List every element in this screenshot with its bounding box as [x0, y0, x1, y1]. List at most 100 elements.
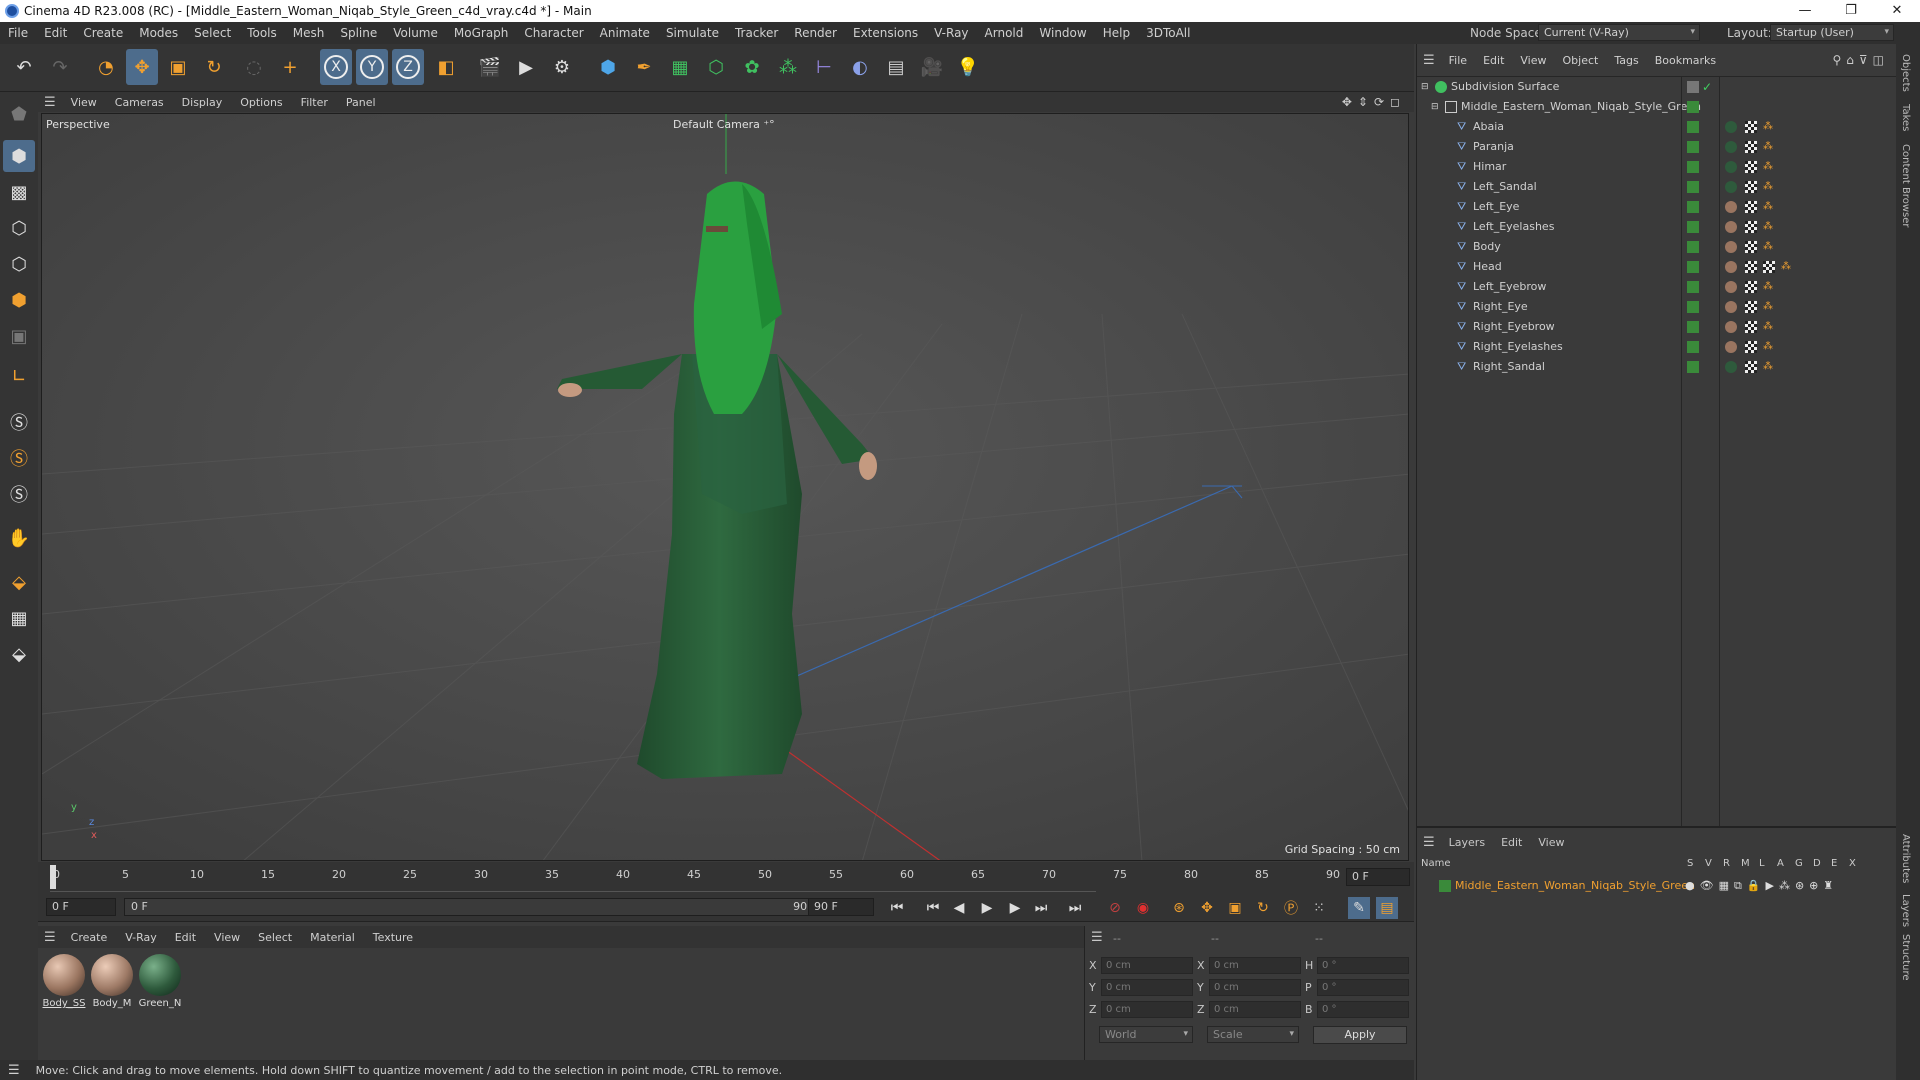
- play-icon[interactable]: ▶: [976, 897, 998, 919]
- object-row[interactable]: ⛛ Right_Eyebrow ⁂: [1417, 317, 1897, 337]
- coord-pos-y-field[interactable]: 0 cm: [1101, 979, 1193, 996]
- coord-size-x-field[interactable]: 0 cm: [1209, 957, 1301, 974]
- live-selection-icon[interactable]: ◔: [90, 49, 122, 85]
- layer-menu-view[interactable]: View: [1530, 836, 1572, 849]
- make-editable-icon[interactable]: ⬟: [3, 98, 35, 130]
- timeline-icon[interactable]: ▤: [1376, 897, 1398, 919]
- end-frame-field[interactable]: 90 F: [808, 898, 874, 916]
- uvw-tag-icon[interactable]: [1745, 281, 1757, 293]
- material-tag-icon[interactable]: [1725, 141, 1737, 153]
- tab-layers[interactable]: Layers: [1900, 894, 1911, 927]
- vray-tag-icon[interactable]: ⁂: [1763, 121, 1775, 133]
- 3d-viewport[interactable]: Perspective Default Camera ⁺° Grid Spaci…: [41, 113, 1409, 861]
- material-menu-edit[interactable]: Edit: [166, 931, 205, 944]
- object-menu-tags[interactable]: Tags: [1606, 54, 1646, 67]
- menu-arnold[interactable]: Arnold: [977, 26, 1032, 40]
- vray-tag-icon[interactable]: ⁂: [1763, 341, 1775, 353]
- material-tag-icon[interactable]: [1725, 301, 1737, 313]
- previous-frame-icon[interactable]: ◀: [948, 897, 970, 919]
- layer-menu-layers[interactable]: Layers: [1441, 836, 1493, 849]
- object-search-icons[interactable]: ⚲⌂⊽◫: [1832, 53, 1889, 67]
- render-region-icon[interactable]: 🎬: [474, 49, 506, 85]
- uvw-tag-icon[interactable]: [1745, 141, 1757, 153]
- autokey-icon[interactable]: ◉: [1132, 897, 1154, 919]
- uvw-tag-icon[interactable]: [1745, 161, 1757, 173]
- tab-objects[interactable]: Objects: [1900, 54, 1911, 92]
- rotation-key-icon[interactable]: ↻: [1252, 897, 1274, 919]
- object-row[interactable]: ⛛ Left_Sandal ⁂: [1417, 177, 1897, 197]
- material-menu-create[interactable]: Create: [62, 931, 117, 944]
- close-button[interactable]: ✕: [1874, 0, 1920, 22]
- maximize-button[interactable]: ❐: [1828, 0, 1874, 22]
- planar-workplane-icon[interactable]: ⬙: [3, 638, 35, 670]
- floor-icon[interactable]: ▤: [880, 49, 912, 85]
- render-settings-icon[interactable]: ⚙: [546, 49, 578, 85]
- uvw-tag-icon[interactable]: [1763, 261, 1775, 273]
- viewport-menu-filter[interactable]: Filter: [292, 96, 337, 109]
- y-axis-lock-button[interactable]: Y: [356, 49, 388, 85]
- uvw-tag-icon[interactable]: [1745, 321, 1757, 333]
- timeline-ruler[interactable]: 0 5 10 15 20 25 30 35 40 45 50 55 60 65 …: [38, 862, 1414, 892]
- go-to-end-icon[interactable]: ⏭: [1064, 897, 1086, 919]
- material-menu-view[interactable]: View: [205, 931, 249, 944]
- object-row-group[interactable]: ⊟ Middle_Eastern_Woman_Niqab_Style_Green: [1417, 97, 1897, 117]
- enabled-check-icon[interactable]: ✓: [1702, 77, 1712, 97]
- coord-rot-h-field[interactable]: 0 °: [1317, 957, 1409, 974]
- viewport-menu-options[interactable]: Options: [231, 96, 291, 109]
- menu-mograph[interactable]: MoGraph: [446, 26, 517, 40]
- menu-tools[interactable]: Tools: [239, 26, 285, 40]
- vray-tag-icon[interactable]: ⁂: [1763, 301, 1775, 313]
- start-frame-field[interactable]: 0 F: [46, 898, 116, 916]
- status-menu-icon[interactable]: ☰: [0, 1063, 28, 1078]
- texture-mode-icon[interactable]: ▩: [3, 176, 35, 208]
- points-mode-icon[interactable]: ⬡: [3, 212, 35, 244]
- object-menu-icon[interactable]: ☰: [1417, 53, 1441, 68]
- redo-icon[interactable]: ↷: [44, 49, 76, 85]
- coordinate-system-icon[interactable]: ◧: [430, 49, 462, 85]
- viewport-menu-icon[interactable]: ☰: [38, 95, 62, 110]
- next-frame-icon[interactable]: ▶: [1004, 897, 1026, 919]
- material-tag-icon[interactable]: [1725, 121, 1737, 133]
- material-menu-icon[interactable]: ☰: [38, 930, 62, 945]
- keyframe-selection-icon[interactable]: ⊛: [1168, 897, 1190, 919]
- collapse-icon[interactable]: ⊟: [1421, 77, 1429, 97]
- material-menu-texture[interactable]: Texture: [364, 931, 422, 944]
- object-menu-edit[interactable]: Edit: [1475, 54, 1512, 67]
- next-key-icon[interactable]: ⏭: [1030, 897, 1052, 919]
- vray-tag-icon[interactable]: ⁂: [1763, 141, 1775, 153]
- mograph-icon[interactable]: ⁂: [772, 49, 804, 85]
- undo-icon[interactable]: ↶: [8, 49, 40, 85]
- object-row[interactable]: ⛛ Left_Eye ⁂: [1417, 197, 1897, 217]
- locked-workplane-icon[interactable]: ▦: [3, 602, 35, 634]
- material-tag-icon[interactable]: [1725, 281, 1737, 293]
- frame-range-slider[interactable]: 0 F 90 F: [124, 898, 836, 916]
- parameter-key-icon[interactable]: Ⓟ: [1280, 897, 1302, 919]
- collapse-icon[interactable]: ⊟: [1431, 97, 1439, 117]
- z-axis-lock-button[interactable]: Z: [392, 49, 424, 85]
- layer-menu-edit[interactable]: Edit: [1493, 836, 1530, 849]
- menu-simulate[interactable]: Simulate: [658, 26, 727, 40]
- material-tag-icon[interactable]: [1725, 201, 1737, 213]
- vray-tag-icon[interactable]: ⁂: [1763, 221, 1775, 233]
- material-swatch[interactable]: Body_SS: [42, 954, 86, 1009]
- layout-dropdown[interactable]: Startup (User): [1770, 24, 1894, 41]
- point-level-icon[interactable]: ⁙: [1308, 897, 1330, 919]
- record-keys-icon[interactable]: ⊘: [1104, 897, 1126, 919]
- material-tag-icon[interactable]: [1725, 241, 1737, 253]
- uvw-tag-icon[interactable]: [1745, 361, 1757, 373]
- menu-3dtoall[interactable]: 3DToAll: [1138, 26, 1198, 40]
- menu-tracker[interactable]: Tracker: [727, 26, 786, 40]
- coord-rot-p-field[interactable]: 0 °: [1317, 979, 1409, 996]
- material-swatch[interactable]: Body_M: [90, 954, 134, 1009]
- position-key-icon[interactable]: ✥: [1196, 897, 1218, 919]
- viewport-menu-display[interactable]: Display: [173, 96, 232, 109]
- tab-structure[interactable]: Structure: [1900, 934, 1911, 981]
- vray-tag-icon[interactable]: ⁂: [1763, 321, 1775, 333]
- material-tag-icon[interactable]: [1725, 341, 1737, 353]
- menu-vray[interactable]: V-Ray: [926, 26, 976, 40]
- menu-edit[interactable]: Edit: [36, 26, 75, 40]
- object-row[interactable]: ⛛ Right_Eye ⁂: [1417, 297, 1897, 317]
- uvw-tag-icon[interactable]: [1745, 181, 1757, 193]
- vray-tag-icon[interactable]: ⁂: [1763, 201, 1775, 213]
- menu-mesh[interactable]: Mesh: [285, 26, 333, 40]
